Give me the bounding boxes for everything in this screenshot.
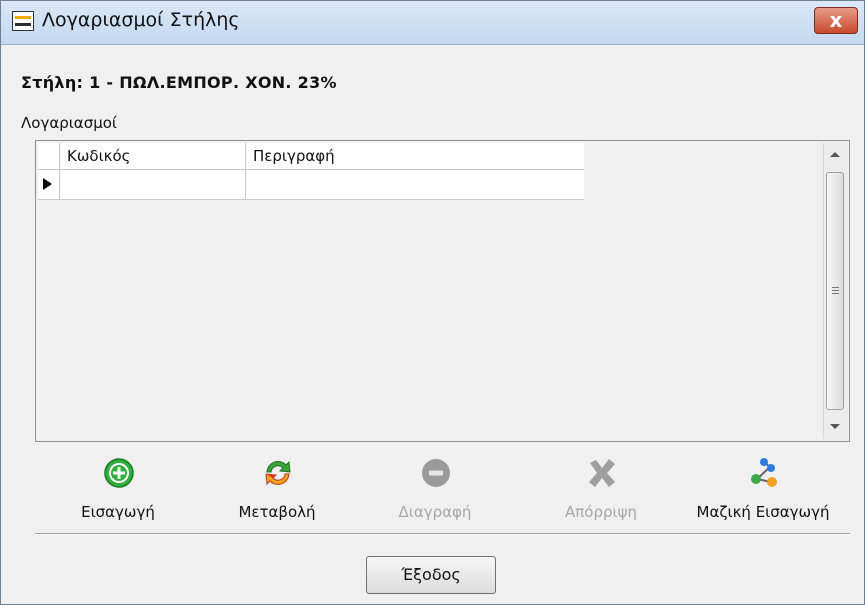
window-title: Λογαριασμοί Στήλης [42, 9, 240, 31]
accounts-grid[interactable]: Κωδικός Περιγραφή [35, 140, 850, 442]
scroll-thumb[interactable] [826, 172, 844, 410]
scroll-down-arrow-icon[interactable] [830, 424, 840, 429]
column-header-code[interactable]: Κωδικός [60, 143, 246, 169]
column-header-description[interactable]: Περιγραφή [246, 143, 584, 169]
insert-button[interactable]: Εισαγωγή [58, 453, 178, 533]
cell-description[interactable] [246, 170, 584, 199]
exit-button[interactable]: Έξοδος [366, 556, 496, 594]
modify-button[interactable]: Μεταβολή [217, 453, 337, 533]
accounts-label: Λογαριασμοί [21, 114, 117, 132]
bulk-insert-label: Μαζική Εισαγωγή [696, 503, 830, 521]
close-button[interactable]: x [814, 7, 858, 34]
column-heading: Στήλη: 1 - ΠΩΛ.ΕΜΠΟΡ. ΧΟΝ. 23% [21, 73, 337, 92]
bulk-insert-button[interactable]: Μαζική Εισαγωγή [673, 453, 853, 533]
table-row[interactable] [38, 170, 584, 200]
delete-button[interactable]: Διαγραφή [375, 453, 495, 533]
modify-label: Μεταβολή [238, 503, 316, 521]
cross-icon [586, 457, 618, 489]
app-icon [12, 11, 34, 31]
insert-label: Εισαγωγή [81, 503, 155, 521]
minus-circle-icon [420, 457, 452, 489]
row-header-corner [38, 143, 60, 169]
reject-label: Απόρριψη [565, 503, 637, 521]
refresh-arrows-icon [262, 457, 294, 489]
grid-header: Κωδικός Περιγραφή [38, 143, 584, 170]
connected-nodes-icon [748, 457, 780, 489]
accounts-window: Λογαριασμοί Στήλης x Στήλη: 1 - ΠΩΛ.ΕΜΠΟ… [0, 0, 865, 605]
title-bar[interactable]: Λογαριασμοί Στήλης x [1, 1, 864, 45]
vertical-scrollbar[interactable] [823, 143, 848, 439]
delete-label: Διαγραφή [398, 503, 472, 521]
current-row-arrow-icon [43, 178, 52, 190]
footer-separator [35, 533, 850, 535]
cell-code[interactable] [60, 170, 246, 199]
plus-circle-icon [103, 457, 135, 489]
row-selector[interactable] [38, 170, 60, 199]
scroll-up-arrow-icon[interactable] [830, 152, 840, 157]
reject-button[interactable]: Απόρριψη [541, 453, 661, 533]
